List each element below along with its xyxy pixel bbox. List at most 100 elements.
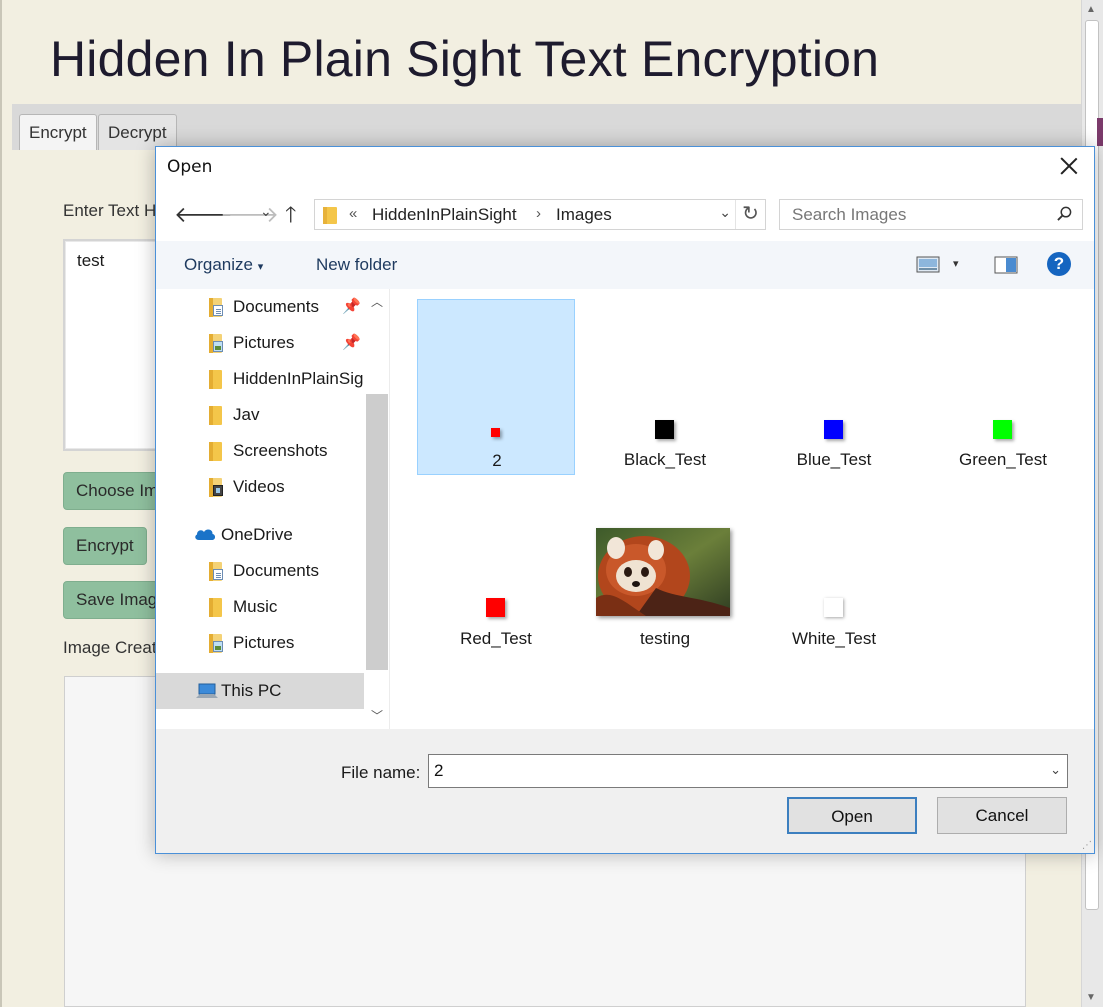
nav-item-videos[interactable]: Videos xyxy=(156,469,364,505)
pictures-folder-icon xyxy=(209,634,223,653)
nav-item-label: Pictures xyxy=(233,633,295,652)
cancel-button[interactable]: Cancel xyxy=(937,797,1067,834)
folder-icon xyxy=(323,207,337,224)
tab-strip: Encrypt Decrypt xyxy=(12,104,1082,150)
onedrive-cloud-icon xyxy=(195,529,216,540)
search-icon[interactable] xyxy=(1057,206,1072,221)
window-edge xyxy=(0,0,2,1007)
save-image-button[interactable]: Save Imag xyxy=(63,581,158,619)
scroll-up-icon[interactable]: ▲ xyxy=(1086,4,1096,15)
documents-folder-icon xyxy=(209,298,223,317)
pin-icon[interactable]: 📌 xyxy=(342,333,361,351)
breadcrumb-images[interactable]: Images xyxy=(556,205,612,225)
address-bar[interactable]: « HiddenInPlainSight › Images ⌄ ↻ xyxy=(314,199,766,230)
open-button[interactable]: Open xyxy=(787,797,917,834)
file-name-combobox[interactable]: ⌄ xyxy=(428,754,1068,788)
scrollbar-thumb[interactable] xyxy=(366,394,388,670)
file-label: 2 xyxy=(492,451,502,470)
music-folder-icon xyxy=(209,598,222,617)
new-folder-button[interactable]: New folder xyxy=(316,255,397,275)
nav-item-documents[interactable]: Documents 📌 xyxy=(156,289,364,325)
nav-item-label: HiddenInPlainSig xyxy=(233,369,364,388)
nav-item-onedrive[interactable]: OneDrive xyxy=(156,517,364,553)
videos-folder-icon xyxy=(209,478,223,497)
overflow-chevrons-icon[interactable]: « xyxy=(349,205,357,222)
nav-item-label: OneDrive xyxy=(221,525,293,544)
change-view-icon[interactable] xyxy=(916,256,940,274)
organize-label: Organize xyxy=(184,255,253,274)
address-dropdown-chevron-icon[interactable]: ⌄ xyxy=(719,204,731,221)
nav-item-screenshots[interactable]: Screenshots xyxy=(156,433,364,469)
file-item-red-test[interactable]: Red_Test xyxy=(417,478,575,654)
help-icon[interactable]: ? xyxy=(1047,252,1071,276)
nav-item-label: Music xyxy=(233,597,278,616)
dialog-title: Open xyxy=(167,157,213,177)
up-arrow-icon[interactable]: 🡑 xyxy=(285,201,296,229)
image-thumbnail xyxy=(824,420,843,439)
scroll-up-icon[interactable]: ︿ xyxy=(365,293,389,313)
search-box[interactable] xyxy=(779,199,1083,230)
search-input[interactable] xyxy=(790,201,1050,229)
recent-locations-chevron-icon[interactable]: ⌄ xyxy=(260,203,272,220)
breadcrumb-separator-icon: › xyxy=(536,205,541,222)
nav-item-onedrive-pictures[interactable]: Pictures xyxy=(156,625,364,661)
app-title: Hidden In Plain Sight Text Encryption xyxy=(50,31,880,87)
nav-item-onedrive-documents[interactable]: Documents xyxy=(156,553,364,589)
encrypt-button[interactable]: Encrypt xyxy=(63,527,147,565)
red-panda-photo-thumbnail[interactable] xyxy=(596,528,730,616)
file-item-2[interactable]: 2 xyxy=(417,299,575,475)
navigation-bar: 🡐 🡒 ⌄ 🡑 « HiddenInPlainSight › Images ⌄ … xyxy=(156,197,1094,233)
file-name-label: File name: xyxy=(341,763,421,782)
file-item-white-test[interactable]: White_Test xyxy=(755,478,913,654)
file-label: Blue_Test xyxy=(796,450,872,469)
nav-item-hiddeninplainsight[interactable]: HiddenInPlainSig xyxy=(156,361,364,397)
documents-folder-icon xyxy=(209,562,223,581)
image-thumbnail xyxy=(655,420,674,439)
file-label: Black_Test xyxy=(623,450,707,469)
nav-item-this-pc[interactable]: This PC xyxy=(156,673,364,709)
pictures-folder-icon xyxy=(209,334,223,353)
navigation-scrollbar[interactable]: ︿ ﹀ xyxy=(365,289,389,729)
nav-item-label: Jav xyxy=(233,405,260,424)
command-toolbar: Organize ▾ New folder ▾ ? xyxy=(156,241,1094,289)
file-item-blue-test[interactable]: Blue_Test xyxy=(755,299,913,475)
image-created-label: Image Creat xyxy=(63,638,157,657)
dialog-footer: File name: ⌄ Open Cancel ⋰ xyxy=(156,729,1094,853)
file-label: Green_Test xyxy=(959,450,1047,469)
file-list: 2 Black_Test Blue_Test Green_Test Red_Te… xyxy=(392,289,1094,729)
file-name-dropdown-chevron-icon[interactable]: ⌄ xyxy=(1050,762,1061,778)
file-label: White_Test xyxy=(791,629,877,648)
choose-image-button[interactable]: Choose Im xyxy=(63,472,158,510)
breadcrumb-hiddeninplainsight[interactable]: HiddenInPlainSight xyxy=(372,205,517,225)
nav-item-onedrive-music[interactable]: Music xyxy=(156,589,364,625)
nav-item-label: Pictures xyxy=(233,333,295,352)
folder-icon xyxy=(209,442,222,461)
resize-grip-icon[interactable]: ⋰ xyxy=(1082,840,1092,851)
image-thumbnail xyxy=(491,428,500,437)
nav-item-label: Documents xyxy=(233,561,319,580)
tab-decrypt[interactable]: Decrypt xyxy=(98,114,177,150)
image-thumbnail xyxy=(824,598,843,617)
nav-item-pictures[interactable]: Pictures 📌 xyxy=(156,325,364,361)
nav-item-label: Documents xyxy=(233,297,319,316)
scroll-down-icon[interactable]: ﹀ xyxy=(365,707,389,727)
file-item-black-test[interactable]: Black_Test xyxy=(586,299,744,475)
preview-pane-icon[interactable] xyxy=(994,256,1018,274)
pin-icon[interactable]: 📌 xyxy=(342,297,361,315)
nav-item-label: Videos xyxy=(233,477,285,496)
nav-item-jav[interactable]: Jav xyxy=(156,397,364,433)
tab-encrypt[interactable]: Encrypt xyxy=(19,114,97,150)
close-icon[interactable] xyxy=(1058,155,1080,177)
folder-icon xyxy=(209,406,222,425)
scroll-down-icon[interactable]: ▼ xyxy=(1086,992,1096,1003)
organize-chevron-icon: ▾ xyxy=(257,261,264,273)
view-options-chevron-icon[interactable]: ▾ xyxy=(953,257,959,270)
image-thumbnail xyxy=(993,420,1012,439)
computer-icon xyxy=(196,683,218,698)
file-label: testing xyxy=(639,629,691,648)
refresh-icon[interactable]: ↻ xyxy=(735,200,765,229)
organize-menu-button[interactable]: Organize ▾ xyxy=(184,255,263,275)
file-item-green-test[interactable]: Green_Test xyxy=(924,299,1082,475)
file-name-input[interactable] xyxy=(432,758,1022,784)
image-thumbnail xyxy=(486,598,505,617)
